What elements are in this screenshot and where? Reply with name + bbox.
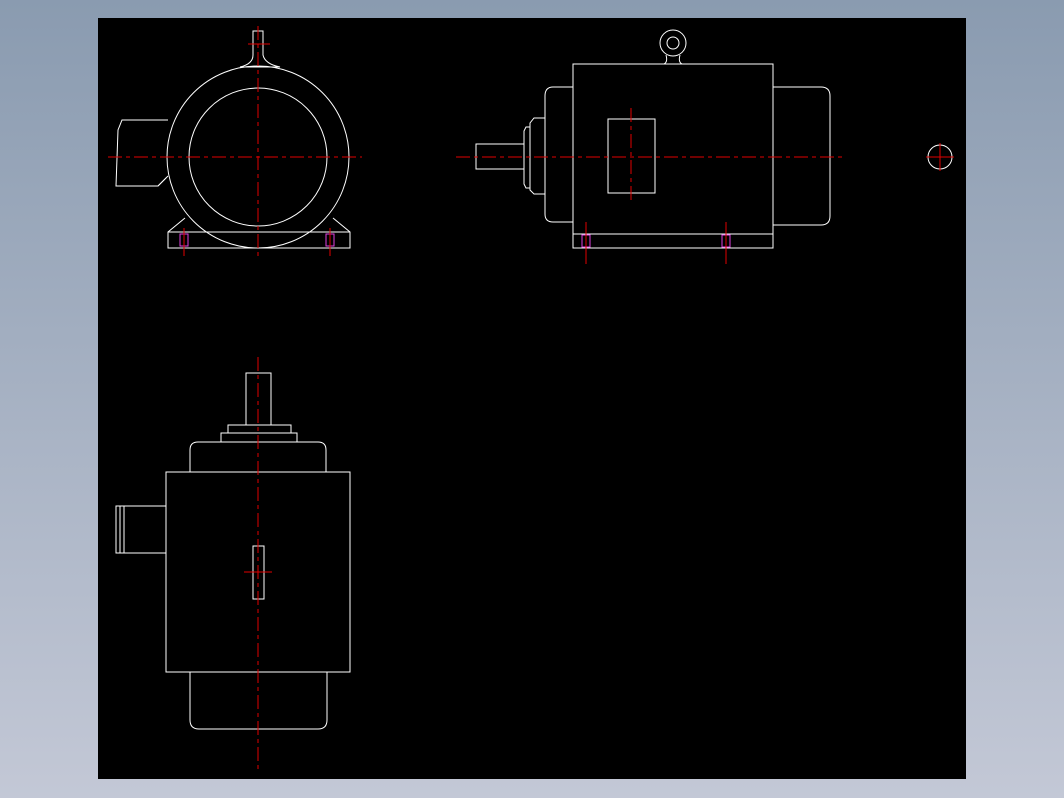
- side-main-body: [572, 63, 774, 235]
- side-eyebolt-ring: [659, 29, 687, 57]
- top-flange-inner: [227, 424, 292, 433]
- side-end-shield: [544, 86, 573, 223]
- side-flange-outer: [529, 117, 545, 195]
- side-fan-cover: [773, 86, 831, 226]
- side-eyebolt-hole: [666, 36, 680, 50]
- front-view: [108, 26, 362, 258]
- top-flange-outer: [220, 432, 298, 442]
- front-terminal-box: [115, 119, 169, 187]
- side-feet: [572, 233, 774, 249]
- detail-circle: [926, 143, 954, 171]
- front-lifting-lug: [239, 30, 281, 68]
- top-view: [115, 357, 351, 771]
- side-view: [456, 29, 842, 264]
- front-terminal-box-edge: [157, 177, 167, 187]
- drawing-canvas: [98, 18, 966, 779]
- motor-drawing: [108, 26, 954, 771]
